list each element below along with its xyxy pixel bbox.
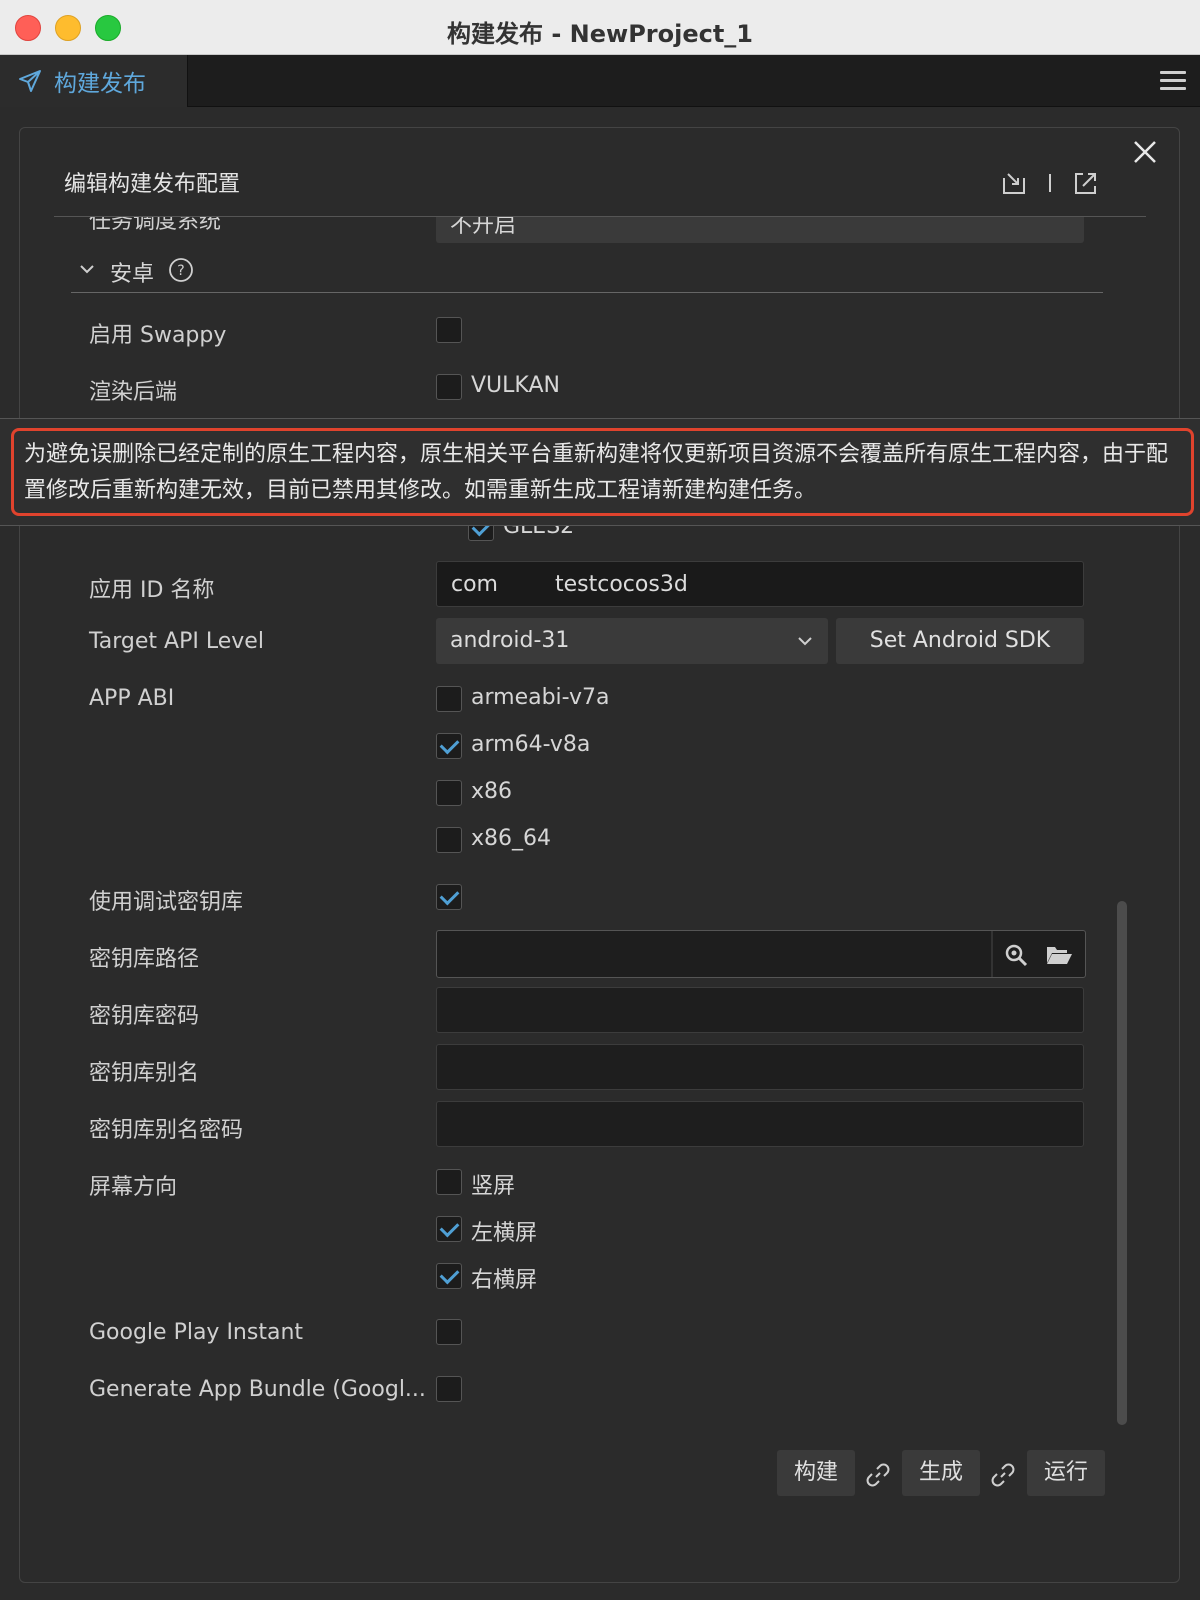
hamburger-menu-icon[interactable]: [1160, 71, 1186, 91]
app-id-label: 应用 ID 名称: [89, 578, 215, 603]
import-icon[interactable]: [1001, 170, 1027, 196]
build-config-dialog: 编辑构建发布配置 任务调度系统 不开启 安卓 ? 启用 Swappy 渲染后端 …: [19, 127, 1180, 1583]
portrait-checkbox[interactable]: [436, 1169, 462, 1195]
set-android-sdk-button[interactable]: Set Android SDK: [836, 618, 1084, 664]
google-play-instant-label: Google Play Instant: [89, 1320, 304, 1345]
orientation-label: 屏幕方向: [89, 1175, 178, 1200]
svg-text:?: ?: [177, 263, 184, 279]
section-divider: [71, 292, 1103, 293]
debug-keystore-label: 使用调试密钥库: [89, 890, 244, 915]
landscape-right-checkbox[interactable]: [436, 1263, 462, 1289]
section-title-android[interactable]: 安卓: [110, 256, 154, 288]
arm64-v8a-checkbox[interactable]: [436, 733, 462, 759]
render-backend-label: 渲染后端: [89, 380, 178, 405]
input-divider: [991, 931, 993, 977]
chevron-down-icon[interactable]: [78, 260, 96, 278]
make-button[interactable]: 生成: [902, 1450, 980, 1496]
keystore-alias-password-label: 密钥库别名密码: [89, 1118, 244, 1143]
target-api-select[interactable]: android-31: [436, 618, 828, 664]
x86-checkbox[interactable]: [436, 780, 462, 806]
tab-label: 构建发布: [54, 71, 146, 97]
keystore-alias-password-input[interactable]: [436, 1101, 1084, 1147]
header-separator: [1049, 174, 1051, 192]
folder-open-icon[interactable]: [1045, 943, 1073, 967]
tab-build-publish[interactable]: 构建发布: [0, 55, 188, 107]
vulkan-label: VULKAN: [471, 373, 560, 398]
app-abi-label: APP ABI: [89, 686, 175, 711]
x86-64-checkbox[interactable]: [436, 827, 462, 853]
link-icon: [991, 1463, 1015, 1487]
swappy-label: 启用 Swappy: [89, 323, 227, 348]
app-bundle-checkbox[interactable]: [436, 1376, 462, 1402]
portrait-label: 竖屏: [471, 1174, 516, 1199]
scrollbar[interactable]: [1117, 901, 1127, 1425]
build-button[interactable]: 构建: [777, 1450, 855, 1496]
window-title: 构建发布 - NewProject_1: [446, 20, 754, 48]
task-scheduler-label: 任务调度系统: [89, 217, 222, 234]
swappy-checkbox[interactable]: [436, 317, 462, 343]
task-scheduler-value: 不开启: [450, 217, 517, 238]
google-play-instant-checkbox[interactable]: [436, 1319, 462, 1345]
keystore-path-input[interactable]: [436, 930, 1086, 978]
header-actions: [1001, 170, 1099, 196]
x86-64-label: x86_64: [471, 826, 552, 851]
help-icon[interactable]: ?: [168, 257, 194, 283]
keystore-alias-input[interactable]: [436, 1044, 1084, 1090]
x86-label: x86: [471, 779, 513, 804]
app-id-input[interactable]: com testcocos3d: [436, 561, 1084, 607]
target-api-label: Target API Level: [89, 629, 264, 654]
arm64-v8a-label: arm64-v8a: [471, 732, 591, 757]
title-bar: 构建发布 - NewProject_1: [0, 0, 1200, 55]
landscape-left-label: 左横屏: [471, 1221, 538, 1246]
disabled-settings-tooltip: 为避免误删除已经定制的原生工程内容，原生相关平台重新构建将仅更新项目资源不会覆盖…: [11, 428, 1194, 516]
tab-bar: 构建发布: [0, 55, 1200, 107]
app-id-value-prefix: com: [451, 572, 498, 597]
armeabi-v7a-checkbox[interactable]: [436, 686, 462, 712]
run-button[interactable]: 运行: [1027, 1450, 1105, 1496]
debug-keystore-checkbox[interactable]: [436, 884, 462, 910]
keystore-password-label: 密钥库密码: [89, 1004, 200, 1029]
keystore-alias-label: 密钥库别名: [89, 1061, 200, 1086]
app-bundle-label: Generate App Bundle (Googl...: [89, 1377, 426, 1402]
target-api-value: android-31: [450, 628, 570, 653]
link-icon: [866, 1463, 890, 1487]
task-scheduler-select[interactable]: 不开启: [436, 217, 1084, 243]
keystore-password-input[interactable]: [436, 987, 1084, 1033]
armeabi-v7a-label: armeabi-v7a: [471, 685, 610, 710]
scroll-clip: 任务调度系统 不开启: [20, 217, 1179, 245]
landscape-right-label: 右横屏: [471, 1268, 538, 1293]
chevron-down-icon: [798, 637, 812, 646]
vulkan-checkbox[interactable]: [436, 374, 462, 400]
dialog-title: 编辑构建发布配置: [64, 172, 241, 197]
keystore-path-label: 密钥库路径: [89, 947, 200, 972]
export-icon[interactable]: [1073, 170, 1099, 196]
app-id-value-suffix: testcocos3d: [555, 572, 688, 597]
close-icon[interactable]: [1129, 136, 1161, 168]
paper-plane-icon: [19, 70, 41, 92]
landscape-left-checkbox[interactable]: [436, 1216, 462, 1242]
search-icon[interactable]: [1003, 942, 1029, 968]
